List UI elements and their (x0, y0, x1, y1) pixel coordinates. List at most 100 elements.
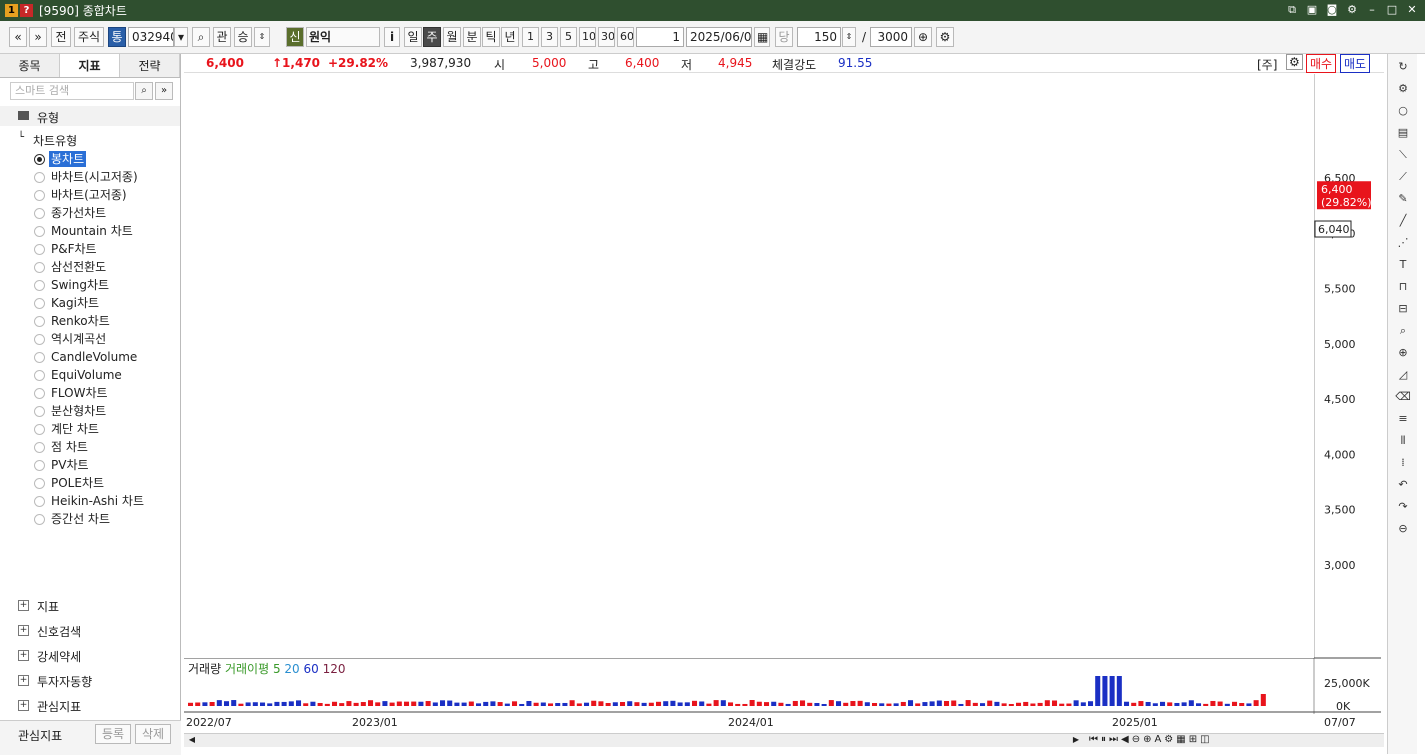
text-tool-icon[interactable]: T (1394, 256, 1412, 274)
auto-line-icon[interactable]: ⋰ (1394, 234, 1412, 252)
close-icon[interactable]: ✕ (1405, 3, 1419, 17)
candlestick-chart-svg[interactable]: 13.28% (27,149,372)3.76% (7,684,154)1.50… (164, 74, 1381, 734)
link-icon[interactable]: ⧉ (1285, 3, 1299, 17)
chart-type-item[interactable]: P&F차트 (51, 241, 97, 257)
chart-area[interactable]: 13.28% (27,149,372)3.76% (7,684,154)1.50… (164, 74, 1381, 734)
info-button[interactable]: i (384, 27, 400, 47)
chart-type-radio[interactable] (34, 226, 45, 237)
undo-icon[interactable]: ↶ (1394, 476, 1412, 494)
stock-type-badge[interactable]: [주] (1257, 56, 1277, 73)
chart-type-item[interactable]: 계단 차트 (51, 421, 99, 437)
circle-icon[interactable]: ○ (1394, 102, 1412, 120)
magnify-icon[interactable]: ⌕ (1394, 322, 1412, 340)
interval-input[interactable]: 1 (636, 27, 684, 47)
gear-icon[interactable]: ⚙ (1394, 80, 1412, 98)
chart-type-radio[interactable] (34, 334, 45, 345)
sell-button[interactable]: 매도 (1340, 54, 1371, 73)
chart-type-item[interactable]: 삼선전환도 (51, 259, 106, 275)
period-5-button[interactable]: 년 (501, 27, 519, 47)
period-1-button[interactable]: 주 (423, 27, 441, 47)
period-2-button[interactable]: 월 (443, 27, 461, 47)
chart-type-item[interactable]: 종가선차트 (51, 205, 106, 221)
chart-type-radio[interactable] (34, 442, 45, 453)
spin-icon[interactable]: ⇕ (254, 27, 270, 47)
help-icon[interactable]: ? (20, 4, 33, 17)
interval-2-button[interactable]: 5 (560, 27, 577, 47)
interval-5-button[interactable]: 60 (617, 27, 634, 47)
chart-type-radio[interactable] (34, 352, 45, 363)
chart-type-radio[interactable] (34, 316, 45, 327)
chart-type-item[interactable]: 점 차트 (51, 439, 88, 455)
search-icon[interactable]: ⌕ (135, 82, 153, 100)
expand-plus-icon[interactable]: + (18, 625, 29, 636)
scroll-left-icon[interactable]: ◀ (186, 735, 198, 746)
indicator-section[interactable]: 투자자동향 (37, 673, 92, 690)
market-type-button[interactable]: 주식 (74, 27, 104, 47)
integrated-button[interactable]: 통 (108, 27, 126, 47)
count-input[interactable]: 150 (797, 27, 841, 47)
date-input[interactable]: 2025/06/04 (686, 27, 752, 47)
expand-plus-icon[interactable]: + (18, 700, 29, 711)
horizontal-scrollbar[interactable]: ◀ ▶ ⏮⏸⏭◀⊖⊕A⚙▦⊞◫ (184, 733, 1384, 747)
playback-controls[interactable]: ⏮⏸⏭◀⊖⊕A⚙▦⊞◫ (1089, 734, 1213, 745)
chart-type-item[interactable]: 바차트(시고저종) (51, 169, 138, 185)
grid-lines-icon[interactable]: ⦀ (1394, 432, 1412, 450)
stock-code-input[interactable]: 032940 (128, 27, 174, 47)
indicator-section[interactable]: 신호검색 (37, 623, 81, 640)
chart-type-radio[interactable] (34, 280, 45, 291)
quote-settings-icon[interactable]: ⚙ (1286, 54, 1303, 70)
chart-type-radio[interactable] (34, 370, 45, 381)
interval-3-button[interactable]: 10 (579, 27, 596, 47)
prev-stock-button[interactable]: « (9, 27, 27, 47)
pen-icon[interactable]: ✎ (1394, 190, 1412, 208)
delete-button[interactable]: 삭제 (135, 724, 171, 744)
interval-0-button[interactable]: 1 (522, 27, 539, 47)
chart-type-radio[interactable] (34, 154, 45, 165)
chart-type-item[interactable]: FLOW차트 (51, 385, 108, 401)
redo-icon[interactable]: ↷ (1394, 498, 1412, 516)
search-icon[interactable]: ⌕ (192, 27, 210, 47)
chart-type-radio[interactable] (34, 496, 45, 507)
chart-type-item[interactable]: 분산형차트 (51, 403, 106, 419)
zoom-plus-icon[interactable]: ⊕ (914, 27, 932, 47)
chart-type-item[interactable]: 증간선 차트 (51, 511, 110, 527)
chart-type-radio[interactable] (34, 424, 45, 435)
chart-type-item[interactable]: 바차트(고저종) (51, 187, 127, 203)
indicator-section[interactable]: 강세약세 (37, 648, 81, 665)
chart-type-item[interactable]: EquiVolume (51, 367, 122, 383)
chart-type-radio[interactable] (34, 172, 45, 183)
max-input[interactable]: 3000 (870, 27, 912, 47)
zoom-chart-icon[interactable]: ▤ (1394, 124, 1412, 142)
chart-type-radio[interactable] (34, 406, 45, 417)
minimize-icon[interactable]: – (1365, 3, 1379, 17)
count-spin-icon[interactable]: ⇕ (842, 27, 856, 47)
indicator-section[interactable]: 관심지표 (37, 698, 81, 715)
camera-icon[interactable]: ◙ (1325, 3, 1339, 17)
settings-icon[interactable]: ⚙ (936, 27, 954, 47)
left-tab-0[interactable]: 종목 (0, 54, 60, 77)
expand-icon[interactable]: » (155, 82, 173, 100)
chart-type-item[interactable]: PV차트 (51, 457, 89, 473)
calendar-icon[interactable]: ▦ (754, 27, 770, 47)
approve-button[interactable]: 승 (234, 27, 252, 47)
chart-type-radio[interactable] (34, 208, 45, 219)
chart-type-radio[interactable] (34, 244, 45, 255)
chart-type-radio[interactable] (34, 478, 45, 489)
vertical-lines-icon[interactable]: ⁞ (1394, 454, 1412, 472)
chart-type-item[interactable]: 역시계곡선 (51, 331, 106, 347)
bars-icon[interactable]: ≡ (1394, 410, 1412, 428)
scroll-right-icon[interactable]: ▶ (1070, 735, 1082, 746)
next-stock-button[interactable]: » (29, 27, 47, 47)
interval-1-button[interactable]: 3 (541, 27, 558, 47)
buy-button[interactable]: 매수 (1306, 54, 1337, 73)
chart-type-item[interactable]: CandleVolume (51, 349, 137, 365)
period-4-button[interactable]: 틱 (482, 27, 500, 47)
measure-icon[interactable]: ⊟ (1394, 300, 1412, 318)
trend-line-icon[interactable]: ⟋ (1394, 168, 1412, 186)
interval-4-button[interactable]: 30 (598, 27, 615, 47)
period-3-button[interactable]: 분 (463, 27, 481, 47)
expand-plus-icon[interactable]: + (18, 600, 29, 611)
save-icon[interactable]: ▣ (1305, 3, 1319, 17)
chart-type-item[interactable]: Renko차트 (51, 313, 110, 329)
watch-button[interactable]: 관 (213, 27, 231, 47)
